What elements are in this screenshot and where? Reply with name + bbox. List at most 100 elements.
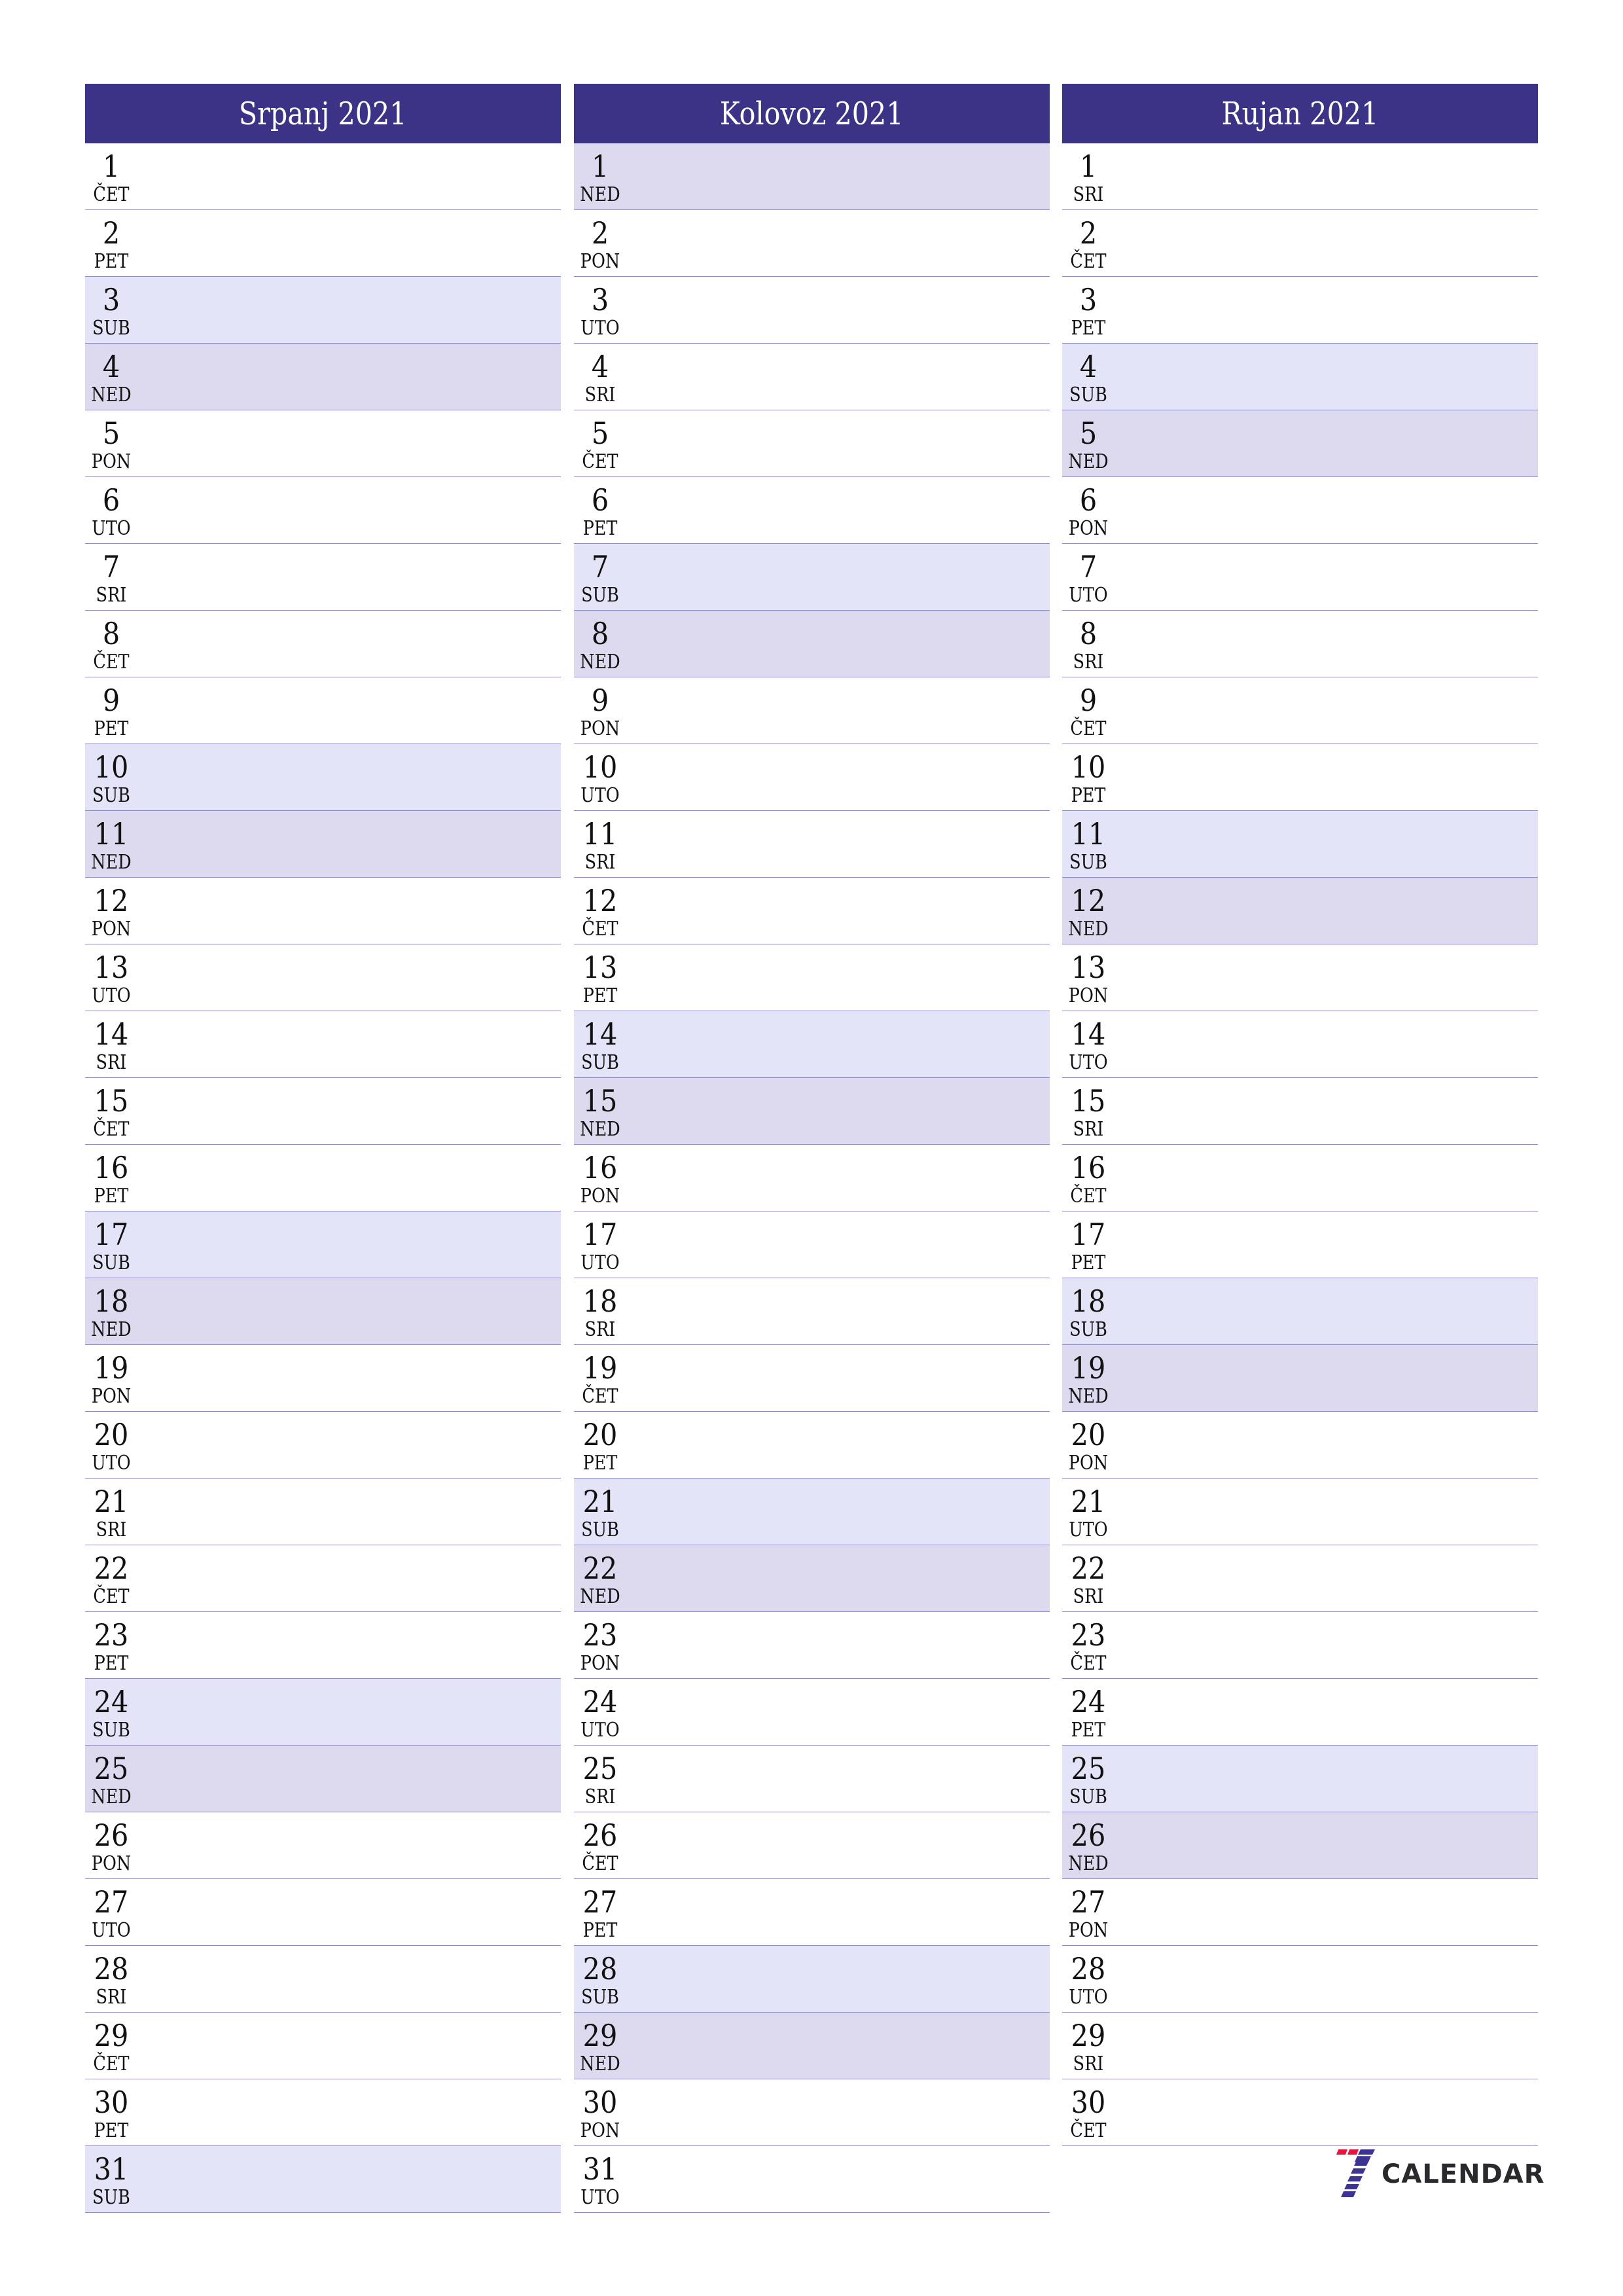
day-row[interactable]: 27 UTO — [85, 1879, 561, 1946]
day-row[interactable]: 4 SUB — [1062, 344, 1538, 410]
day-row[interactable]: 13 PON — [1062, 944, 1538, 1011]
day-row[interactable]: 26 ČET — [574, 1812, 1050, 1879]
day-row[interactable]: 11 NED — [85, 811, 561, 878]
day-row[interactable]: 1 SRI — [1062, 143, 1538, 210]
day-row[interactable]: 14 SUB — [574, 1011, 1050, 1078]
day-row[interactable]: 11 SRI — [574, 811, 1050, 878]
day-row[interactable]: 12 NED — [1062, 878, 1538, 944]
day-row[interactable]: 27 PON — [1062, 1879, 1538, 1946]
day-row[interactable]: 8 SRI — [1062, 611, 1538, 677]
day-row[interactable]: 10 UTO — [574, 744, 1050, 811]
day-row[interactable]: 25 SRI — [574, 1746, 1050, 1812]
day-row[interactable]: 12 ČET — [574, 878, 1050, 944]
day-row[interactable]: 20 PET — [574, 1412, 1050, 1479]
day-row[interactable]: 25 NED — [85, 1746, 561, 1812]
day-row[interactable]: 19 NED — [1062, 1345, 1538, 1412]
day-row[interactable]: 23 PON — [574, 1612, 1050, 1679]
day-row[interactable]: 6 PON — [1062, 477, 1538, 544]
day-row[interactable]: 22 NED — [574, 1545, 1050, 1612]
day-row[interactable]: 28 UTO — [1062, 1946, 1538, 2013]
day-row[interactable]: 1 NED — [574, 143, 1050, 210]
day-row[interactable]: 28 SUB — [574, 1946, 1050, 2013]
day-row[interactable]: 17 PET — [1062, 1211, 1538, 1278]
day-row[interactable]: 8 NED — [574, 611, 1050, 677]
day-row[interactable]: 31 SUB — [85, 2146, 561, 2213]
day-row[interactable]: 2 PON — [574, 210, 1050, 277]
day-row[interactable]: 9 PON — [574, 677, 1050, 744]
month-column-srpanj: Srpanj 2021 1 ČET 2 PET 3 SUB 4 NED 5 PON 6 UTO 7 SRI… — [85, 84, 561, 2213]
day-row[interactable]: 29 NED — [574, 2013, 1050, 2079]
day-cell: 28 SUB — [576, 1946, 624, 2007]
day-row[interactable]: 23 ČET — [1062, 1612, 1538, 1679]
day-row[interactable]: 7 SRI — [85, 544, 561, 611]
day-row[interactable]: 28 SRI — [85, 1946, 561, 2013]
day-row[interactable]: 13 PET — [574, 944, 1050, 1011]
day-row[interactable]: 10 SUB — [85, 744, 561, 811]
day-row[interactable]: 16 PET — [85, 1145, 561, 1211]
day-row[interactable]: 5 NED — [1062, 410, 1538, 477]
day-row[interactable]: 14 UTO — [1062, 1011, 1538, 1078]
day-row[interactable]: 24 PET — [1062, 1679, 1538, 1746]
day-row[interactable]: 5 PON — [85, 410, 561, 477]
day-row[interactable]: 21 UTO — [1062, 1479, 1538, 1545]
day-row[interactable]: 12 PON — [85, 878, 561, 944]
day-cell: 29 ČET — [87, 2013, 135, 2074]
day-row[interactable]: 17 UTO — [574, 1211, 1050, 1278]
day-row[interactable]: 5 ČET — [574, 410, 1050, 477]
day-row[interactable]: 4 SRI — [574, 344, 1050, 410]
day-row[interactable]: 24 SUB — [85, 1679, 561, 1746]
day-row[interactable]: 18 SUB — [1062, 1278, 1538, 1345]
day-row[interactable]: 30 ČET — [1062, 2079, 1538, 2146]
day-row[interactable]: 15 NED — [574, 1078, 1050, 1145]
day-row[interactable]: 3 UTO — [574, 277, 1050, 344]
day-row[interactable]: 9 PET — [85, 677, 561, 744]
day-row[interactable]: 26 PON — [85, 1812, 561, 1879]
day-row[interactable]: 22 SRI — [1062, 1545, 1538, 1612]
day-row[interactable]: 20 UTO — [85, 1412, 561, 1479]
day-row[interactable]: 20 PON — [1062, 1412, 1538, 1479]
day-number: 14 — [1071, 1016, 1106, 1052]
weekday-label: NED — [580, 2053, 620, 2075]
day-row[interactable]: 31 UTO — [574, 2146, 1050, 2213]
day-row[interactable]: 7 UTO — [1062, 544, 1538, 611]
day-row[interactable]: 25 SUB — [1062, 1746, 1538, 1812]
day-row[interactable]: 24 UTO — [574, 1679, 1050, 1746]
day-row[interactable]: 11 SUB — [1062, 811, 1538, 878]
day-row[interactable]: 21 SRI — [85, 1479, 561, 1545]
day-row[interactable]: 16 ČET — [1062, 1145, 1538, 1211]
day-row[interactable]: 7 SUB — [574, 544, 1050, 611]
day-number: 20 — [1071, 1417, 1106, 1452]
day-number: 24 — [1071, 1684, 1106, 1719]
day-row[interactable]: 6 PET — [574, 477, 1050, 544]
day-row[interactable]: 19 PON — [85, 1345, 561, 1412]
day-row[interactable]: 26 NED — [1062, 1812, 1538, 1879]
day-row[interactable]: 18 NED — [85, 1278, 561, 1345]
day-row[interactable]: 6 UTO — [85, 477, 561, 544]
day-row[interactable]: 15 ČET — [85, 1078, 561, 1145]
day-row[interactable]: 18 SRI — [574, 1278, 1050, 1345]
day-row[interactable]: 3 SUB — [85, 277, 561, 344]
day-row[interactable]: 1 ČET — [85, 143, 561, 210]
day-row[interactable]: 9 ČET — [1062, 677, 1538, 744]
day-row[interactable]: 21 SUB — [574, 1479, 1050, 1545]
day-row[interactable]: 30 PET — [85, 2079, 561, 2146]
day-row[interactable]: 3 PET — [1062, 277, 1538, 344]
day-row[interactable]: 29 SRI — [1062, 2013, 1538, 2079]
day-row[interactable]: 17 SUB — [85, 1211, 561, 1278]
day-row[interactable]: 30 PON — [574, 2079, 1050, 2146]
day-row[interactable]: 19 ČET — [574, 1345, 1050, 1412]
day-row[interactable]: 13 UTO — [85, 944, 561, 1011]
day-row[interactable]: 8 ČET — [85, 611, 561, 677]
day-cell: 21 SUB — [576, 1479, 624, 1540]
day-row[interactable]: 10 PET — [1062, 744, 1538, 811]
day-row[interactable]: 2 PET — [85, 210, 561, 277]
day-row[interactable]: 23 PET — [85, 1612, 561, 1679]
day-row[interactable]: 16 PON — [574, 1145, 1050, 1211]
day-row[interactable]: 15 SRI — [1062, 1078, 1538, 1145]
day-row[interactable]: 2 ČET — [1062, 210, 1538, 277]
day-row[interactable]: 4 NED — [85, 344, 561, 410]
day-row[interactable]: 14 SRI — [85, 1011, 561, 1078]
day-row[interactable]: 29 ČET — [85, 2013, 561, 2079]
day-row[interactable]: 22 ČET — [85, 1545, 561, 1612]
day-row[interactable]: 27 PET — [574, 1879, 1050, 1946]
